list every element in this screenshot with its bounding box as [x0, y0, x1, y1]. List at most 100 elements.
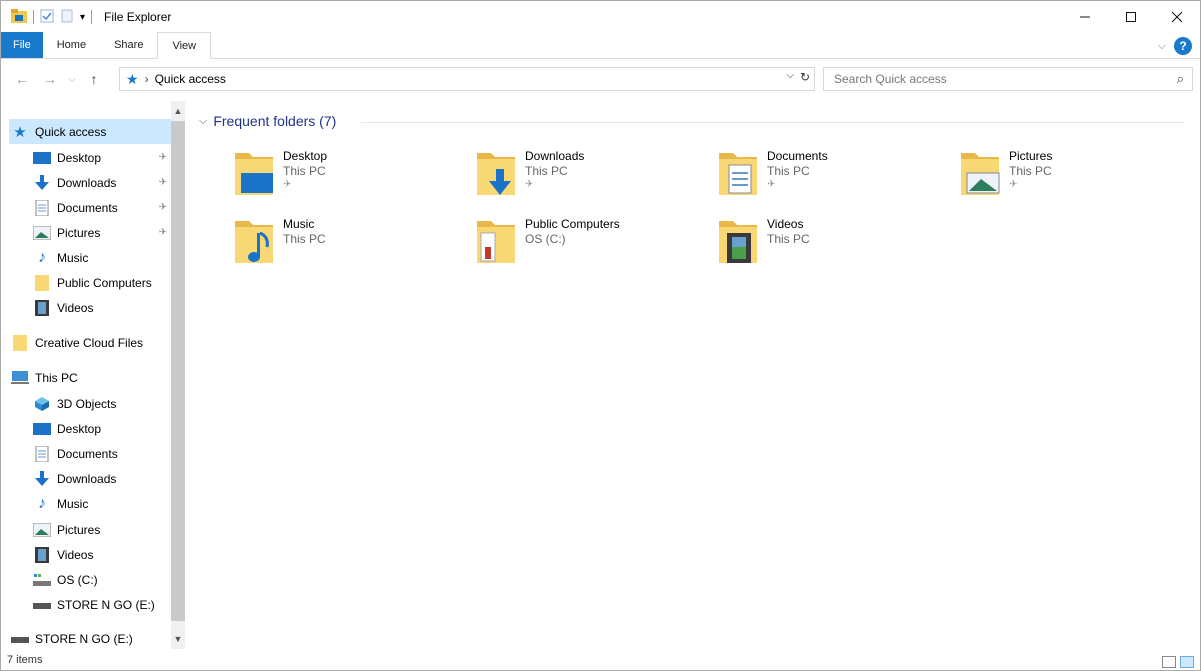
nav-pc-store-n-go[interactable]: STORE N GO (E:): [9, 592, 171, 617]
search-input[interactable]: Search Quick access ⌕: [823, 67, 1193, 91]
title-bar: ▾ File Explorer: [1, 1, 1200, 33]
nav-pc-downloads[interactable]: Downloads: [9, 466, 171, 491]
music-icon: ♪: [38, 248, 46, 266]
scroll-down-icon[interactable]: ▼: [171, 631, 185, 647]
group-divider: [361, 122, 1184, 123]
nav-pc-os-c[interactable]: OS (C:): [9, 567, 171, 592]
forward-arrow-icon[interactable]: →: [39, 71, 61, 87]
nav-store-n-go[interactable]: STORE N GO (E:): [9, 626, 171, 649]
folder-location: OS (C:): [525, 232, 566, 246]
refresh-icon[interactable]: ↻: [800, 70, 810, 84]
cube-icon: [33, 396, 51, 412]
tab-home[interactable]: Home: [43, 32, 100, 58]
nav-creative-cloud-files[interactable]: Creative Cloud Files: [9, 330, 171, 355]
nav-qa-downloads[interactable]: Downloads ✈: [9, 170, 171, 195]
address-bar[interactable]: ★ › Quick access ⌵ ↻: [119, 67, 815, 91]
expand-ribbon-icon[interactable]: ⌵: [1158, 40, 1166, 53]
pin-icon[interactable]: ✈: [159, 152, 167, 163]
nav-pc-pictures[interactable]: Pictures: [9, 517, 171, 542]
nav-label: Videos: [57, 547, 94, 562]
folder-tile-downloads[interactable]: Downloads This PC ✈: [433, 149, 663, 209]
quick-access-toolbar: ▾ File Explorer: [1, 1, 171, 33]
nav-label: Desktop: [57, 421, 102, 436]
new-folder-icon[interactable]: [60, 9, 74, 26]
nav-scrollbar-thumb[interactable]: [171, 121, 185, 621]
large-icons-view-icon[interactable]: [1180, 656, 1194, 668]
pin-icon[interactable]: ✈: [1009, 179, 1017, 190]
nav-qa-videos[interactable]: Videos: [9, 295, 171, 320]
recent-locations-icon[interactable]: ⌵: [61, 74, 83, 85]
details-view-icon[interactable]: [1162, 656, 1176, 668]
help-icon[interactable]: ?: [1174, 37, 1192, 55]
nav-label: Pictures: [57, 225, 101, 240]
close-button[interactable]: [1154, 1, 1200, 33]
nav-pc-videos[interactable]: Videos: [9, 542, 171, 567]
nav-label: Creative Cloud Files: [35, 335, 144, 350]
file-explorer-window: ▾ File Explorer File Home Share View ⌵ ?: [0, 0, 1201, 671]
nav-label: Documents: [57, 200, 118, 215]
customize-toolbar-icon[interactable]: ▾: [80, 12, 85, 23]
nav-qa-pictures[interactable]: Pictures ✈: [9, 220, 171, 245]
maximize-button[interactable]: [1108, 1, 1154, 33]
breadcrumb[interactable]: Quick access: [155, 72, 226, 86]
nav-pc-desktop[interactable]: Desktop: [9, 416, 171, 441]
nav-label: STORE N GO (E:): [35, 631, 133, 646]
folder-location: This PC: [767, 164, 810, 178]
pin-icon[interactable]: ✈: [525, 179, 533, 190]
folder-tile-documents[interactable]: Documents This PC ✈: [675, 149, 905, 209]
folder-location: This PC: [767, 232, 810, 246]
videos-folder-icon: [719, 221, 757, 263]
tab-share[interactable]: Share: [100, 32, 157, 58]
nav-pc-music[interactable]: ♪ Music: [9, 491, 171, 516]
nav-label: OS (C:): [57, 572, 98, 587]
pin-icon[interactable]: ✈: [159, 227, 167, 238]
folder-tile-desktop[interactable]: Desktop This PC ✈: [191, 149, 421, 209]
public-folder-icon: [477, 221, 515, 263]
desktop-folder-icon: [235, 153, 273, 195]
folder-location: This PC: [525, 164, 568, 178]
scroll-up-icon[interactable]: ▲: [171, 103, 185, 119]
folder-tile-public-computers[interactable]: Public Computers OS (C:): [433, 217, 663, 277]
address-controls: ⌵ ↻: [786, 70, 810, 84]
navigation-pane: ★ Quick access Desktop ✈ Downloads ✈ Doc…: [9, 101, 185, 649]
nav-qa-public-computers[interactable]: Public Computers: [9, 270, 171, 295]
pin-icon[interactable]: ✈: [283, 179, 291, 190]
nav-qa-music[interactable]: ♪ Music: [9, 245, 171, 270]
frequent-folders-header[interactable]: ⌵ Frequent folders (7): [199, 113, 336, 129]
nav-label: Downloads: [57, 175, 117, 190]
nav-label: Documents: [57, 446, 118, 461]
pin-icon[interactable]: ✈: [767, 179, 775, 190]
ribbon-tabs: File Home Share View ⌵ ?: [1, 32, 1200, 59]
toolbar-separator: [91, 10, 93, 24]
folder-name: Public Computers: [525, 217, 620, 231]
nav-pc-3d-objects[interactable]: 3D Objects: [9, 391, 171, 416]
star-icon: ★: [13, 123, 27, 141]
tab-view[interactable]: View: [157, 32, 212, 59]
pin-icon[interactable]: ✈: [159, 202, 167, 213]
folder-tile-music[interactable]: Music This PC: [191, 217, 421, 277]
nav-this-pc[interactable]: This PC: [9, 365, 171, 390]
folder-tile-videos[interactable]: Videos This PC: [675, 217, 905, 277]
desktop-icon: [33, 421, 51, 437]
up-arrow-icon[interactable]: ↑: [83, 71, 105, 87]
minimize-button[interactable]: [1062, 1, 1108, 33]
pictures-folder-icon: [961, 153, 1000, 195]
pin-icon[interactable]: ✈: [159, 177, 167, 188]
tab-file[interactable]: File: [1, 32, 43, 58]
search-icon[interactable]: ⌕: [1177, 71, 1184, 87]
nav-pc-documents[interactable]: Documents: [9, 441, 171, 466]
address-row: ← → ⌵ ↑ ★ › Quick access ⌵ ↻ Search Quic…: [1, 64, 1200, 94]
address-dropdown-icon[interactable]: ⌵: [786, 70, 794, 84]
back-arrow-icon[interactable]: ←: [11, 71, 33, 87]
star-icon: ★: [126, 70, 139, 87]
search-placeholder: Search Quick access: [834, 72, 947, 86]
nav-qa-desktop[interactable]: Desktop ✈: [9, 145, 171, 170]
status-bar: 7 items: [1, 650, 1200, 670]
properties-icon[interactable]: [40, 9, 54, 26]
drive-icon: [33, 572, 51, 588]
nav-qa-documents[interactable]: Documents ✈: [9, 195, 171, 220]
folder-location: This PC: [1009, 164, 1052, 178]
folder-tile-pictures[interactable]: Pictures This PC ✈: [917, 149, 1147, 209]
folder-location: This PC: [283, 164, 326, 178]
nav-quick-access[interactable]: ★ Quick access: [9, 119, 171, 144]
